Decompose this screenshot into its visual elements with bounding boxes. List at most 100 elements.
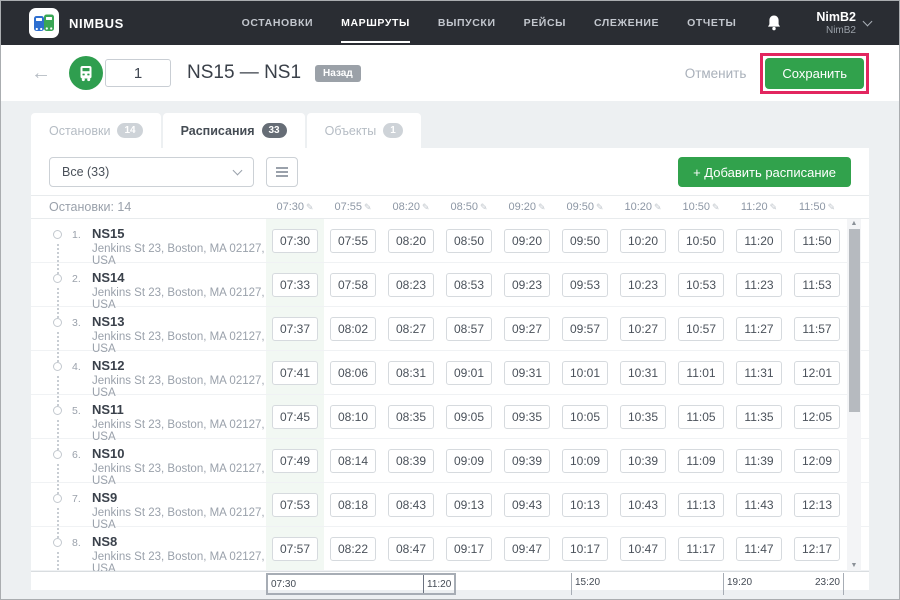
time-value-input[interactable]: 10:47 [619, 536, 667, 561]
edit-pencil-icon[interactable]: ✎ [654, 202, 662, 212]
time-value-input[interactable]: 07:58 [329, 272, 377, 297]
tab-2[interactable]: Объекты 1 [306, 113, 421, 148]
time-value-input[interactable]: 11:13 [678, 492, 724, 517]
time-value-input[interactable]: 07:55 [329, 228, 377, 253]
time-value-input[interactable]: 07:57 [271, 536, 319, 561]
back-arrow-icon[interactable]: ← [31, 63, 51, 83]
time-value-input[interactable]: 07:30 [271, 228, 319, 253]
stop-circle-icon[interactable] [53, 274, 62, 283]
time-value-input[interactable]: 11:57 [794, 316, 840, 341]
edit-pencil-icon[interactable]: ✎ [770, 202, 778, 212]
time-value-input[interactable]: 09:09 [445, 448, 493, 473]
nav-item-2[interactable]: ВЫПУСКИ [438, 3, 496, 43]
time-value-input[interactable]: 09:43 [503, 492, 551, 517]
edit-pencil-icon[interactable]: ✎ [480, 202, 488, 212]
add-schedule-button[interactable]: + Добавить расписание [678, 157, 851, 187]
cancel-button[interactable]: Отменить [685, 66, 747, 81]
brand[interactable]: NIMBUS [29, 8, 124, 38]
time-value-input[interactable]: 09:01 [445, 360, 493, 385]
time-value-input[interactable]: 11:35 [736, 404, 782, 429]
time-value-input[interactable]: 10:50 [677, 228, 725, 253]
time-value-input[interactable]: 10:17 [561, 536, 609, 561]
time-value-input[interactable]: 11:20 [736, 228, 782, 253]
time-value-input[interactable]: 11:39 [736, 448, 782, 473]
edit-pencil-icon[interactable]: ✎ [828, 202, 836, 212]
time-value-input[interactable]: 07:53 [271, 492, 319, 517]
time-value-input[interactable]: 12:09 [793, 448, 841, 473]
edit-pencil-icon[interactable]: ✎ [712, 202, 720, 212]
time-value-input[interactable]: 12:13 [793, 492, 841, 517]
time-value-input[interactable]: 08:47 [387, 536, 435, 561]
schedule-column-header[interactable]: 10:20 ✎ [614, 201, 672, 213]
time-value-input[interactable]: 10:27 [619, 316, 667, 341]
time-value-input[interactable]: 08:27 [387, 316, 435, 341]
time-value-input[interactable]: 09:23 [503, 272, 551, 297]
time-value-input[interactable]: 08:14 [329, 448, 377, 473]
time-value-input[interactable]: 10:43 [619, 492, 667, 517]
scrollbar-thumb[interactable] [848, 229, 860, 412]
stop-circle-icon[interactable] [53, 538, 62, 547]
tab-0[interactable]: Остановки 14 [31, 113, 161, 148]
nav-item-4[interactable]: СЛЕЖЕНИЕ [594, 3, 659, 43]
time-value-input[interactable]: 08:10 [329, 404, 377, 429]
time-value-input[interactable]: 07:45 [271, 404, 319, 429]
stop-circle-icon[interactable] [53, 450, 62, 459]
edit-pencil-icon[interactable]: ✎ [538, 202, 546, 212]
time-value-input[interactable]: 11:27 [736, 316, 782, 341]
time-value-input[interactable]: 08:22 [329, 536, 377, 561]
time-value-input[interactable]: 10:53 [677, 272, 725, 297]
time-value-input[interactable]: 11:43 [736, 492, 782, 517]
list-view-button[interactable] [266, 157, 298, 187]
stop-circle-icon[interactable] [53, 362, 62, 371]
time-value-input[interactable]: 11:23 [736, 272, 782, 297]
edit-pencil-icon[interactable]: ✎ [422, 202, 430, 212]
time-value-input[interactable]: 07:49 [271, 448, 319, 473]
time-value-input[interactable]: 11:17 [678, 536, 724, 561]
time-value-input[interactable]: 08:18 [329, 492, 377, 517]
time-value-input[interactable]: 08:53 [445, 272, 493, 297]
nav-item-3[interactable]: РЕЙСЫ [524, 3, 566, 43]
vertical-scrollbar[interactable]: ▲ ▼ [847, 219, 861, 571]
edit-pencil-icon[interactable]: ✎ [596, 202, 604, 212]
time-value-input[interactable]: 08:06 [329, 360, 377, 385]
time-value-input[interactable]: 09:35 [503, 404, 551, 429]
time-value-input[interactable]: 07:41 [271, 360, 319, 385]
time-value-input[interactable]: 11:47 [736, 536, 782, 561]
time-value-input[interactable]: 09:47 [503, 536, 551, 561]
user-menu[interactable]: NimB2 NimB2 [816, 10, 873, 37]
time-value-input[interactable]: 09:53 [561, 272, 609, 297]
time-value-input[interactable]: 09:39 [503, 448, 551, 473]
time-value-input[interactable]: 12:05 [793, 404, 841, 429]
scroll-down-icon[interactable]: ▼ [851, 561, 858, 571]
time-value-input[interactable]: 07:37 [271, 316, 319, 341]
time-value-input[interactable]: 10:13 [561, 492, 609, 517]
timeline-track[interactable]: 07:30 11:20 23:20 15:20 19:20 [266, 572, 844, 596]
bell-icon[interactable] [766, 14, 782, 32]
time-value-input[interactable]: 09:50 [561, 228, 609, 253]
save-button[interactable]: Сохранить [765, 57, 864, 89]
time-value-input[interactable]: 11:05 [678, 404, 724, 429]
time-value-input[interactable]: 10:39 [619, 448, 667, 473]
schedule-column-header[interactable]: 09:20 ✎ [498, 201, 556, 213]
time-value-input[interactable]: 10:20 [619, 228, 667, 253]
timeline-range-selector[interactable]: 07:30 11:20 [266, 573, 456, 595]
schedule-column-header[interactable]: 08:50 ✎ [440, 201, 498, 213]
time-value-input[interactable]: 10:05 [561, 404, 609, 429]
stop-circle-icon[interactable] [53, 406, 62, 415]
route-number-input[interactable] [105, 59, 171, 87]
time-value-input[interactable]: 07:33 [271, 272, 319, 297]
time-value-input[interactable]: 11:31 [736, 360, 782, 385]
time-value-input[interactable]: 08:31 [387, 360, 435, 385]
time-value-input[interactable]: 08:23 [387, 272, 435, 297]
edit-pencil-icon[interactable]: ✎ [306, 202, 314, 212]
nav-item-5[interactable]: ОТЧЕТЫ [687, 3, 736, 43]
schedule-column-header[interactable]: 07:30 ✎ [266, 201, 324, 213]
time-value-input[interactable]: 11:53 [794, 272, 840, 297]
time-value-input[interactable]: 10:31 [619, 360, 667, 385]
tab-1[interactable]: Расписания 33 [162, 113, 305, 148]
schedule-column-header[interactable]: 11:20 ✎ [730, 201, 788, 213]
schedule-column-header[interactable]: 11:50 ✎ [788, 201, 846, 213]
time-value-input[interactable]: 11:50 [794, 228, 840, 253]
scroll-up-icon[interactable]: ▲ [851, 219, 858, 229]
time-value-input[interactable]: 09:05 [445, 404, 493, 429]
